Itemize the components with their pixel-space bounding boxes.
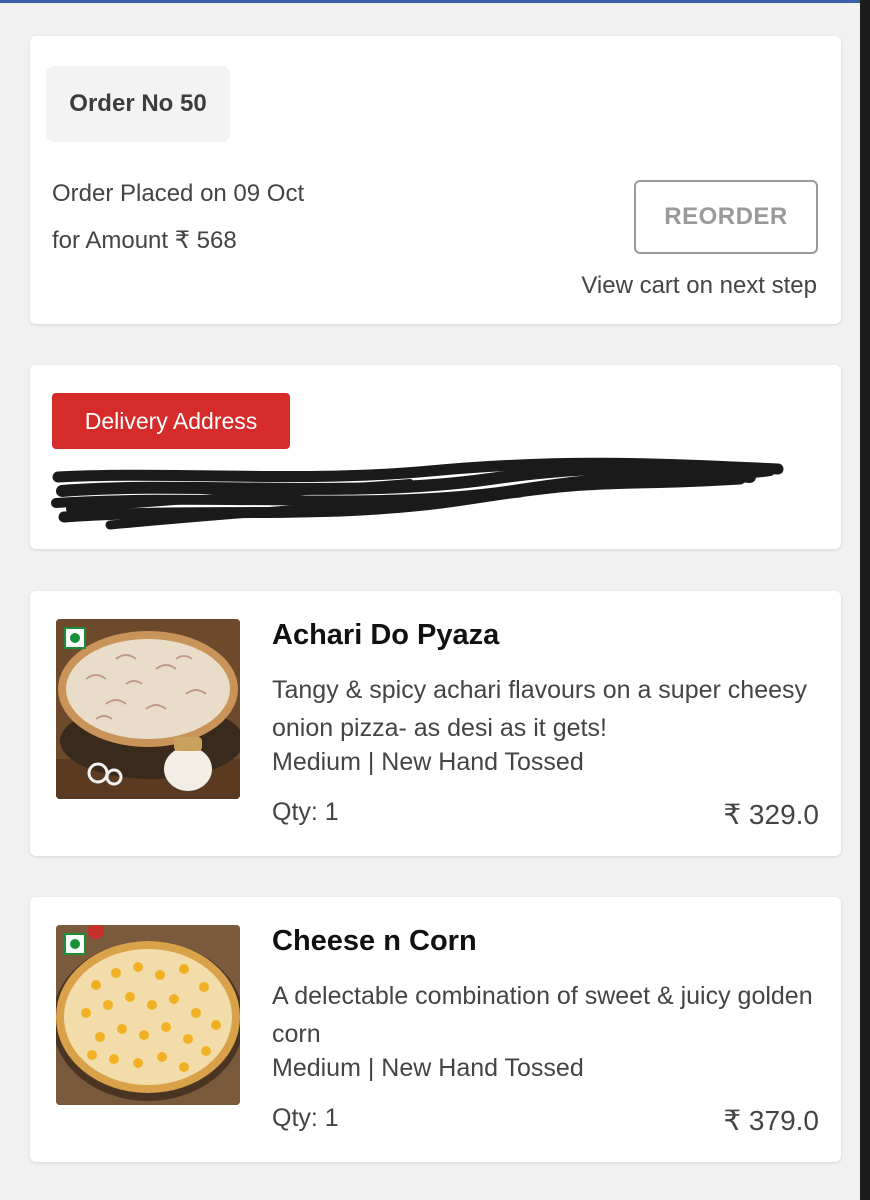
item-variant: Medium | New Hand Tossed xyxy=(272,1054,584,1082)
item-quantity: Qty: 1 xyxy=(272,798,339,826)
item-price: ₹ 329.0 xyxy=(723,799,819,830)
screen-edge xyxy=(860,0,870,1200)
delivery-address-card: Delivery Address xyxy=(30,365,841,549)
item-quantity: Qty: 1 xyxy=(272,1104,339,1132)
view-cart-hint: View cart on next step xyxy=(581,272,817,299)
item-variant: Medium | New Hand Tossed xyxy=(272,748,584,776)
reorder-button[interactable]: REORDER xyxy=(634,180,818,254)
item-name: Achari Do Pyaza xyxy=(272,619,500,651)
order-item-card: Cheese n Corn A delectable combination o… xyxy=(30,897,841,1162)
order-number-chip: Order No 50 xyxy=(46,66,230,142)
item-description: Tangy & spicy achari flavours on a super… xyxy=(272,676,807,742)
item-name: Cheese n Corn xyxy=(272,925,477,957)
veg-icon xyxy=(64,627,86,649)
redacted-address-scribble xyxy=(51,457,784,530)
order-summary-card: Order No 50 Order Placed on 09 Oct for A… xyxy=(30,36,841,324)
veg-icon xyxy=(64,933,86,955)
order-item-card: Achari Do Pyaza Tangy & spicy achari fla… xyxy=(30,591,841,856)
item-description: A delectable combination of sweet & juic… xyxy=(272,982,813,1048)
pizza-thumbnail xyxy=(56,925,240,1105)
order-placed-date: Order Placed on 09 Oct xyxy=(52,180,305,207)
delivery-address-badge: Delivery Address xyxy=(52,393,290,449)
pizza-thumbnail xyxy=(56,619,240,799)
order-amount: for Amount ₹ 568 xyxy=(52,227,237,254)
top-accent-line xyxy=(0,0,870,3)
item-price: ₹ 379.0 xyxy=(723,1105,819,1136)
